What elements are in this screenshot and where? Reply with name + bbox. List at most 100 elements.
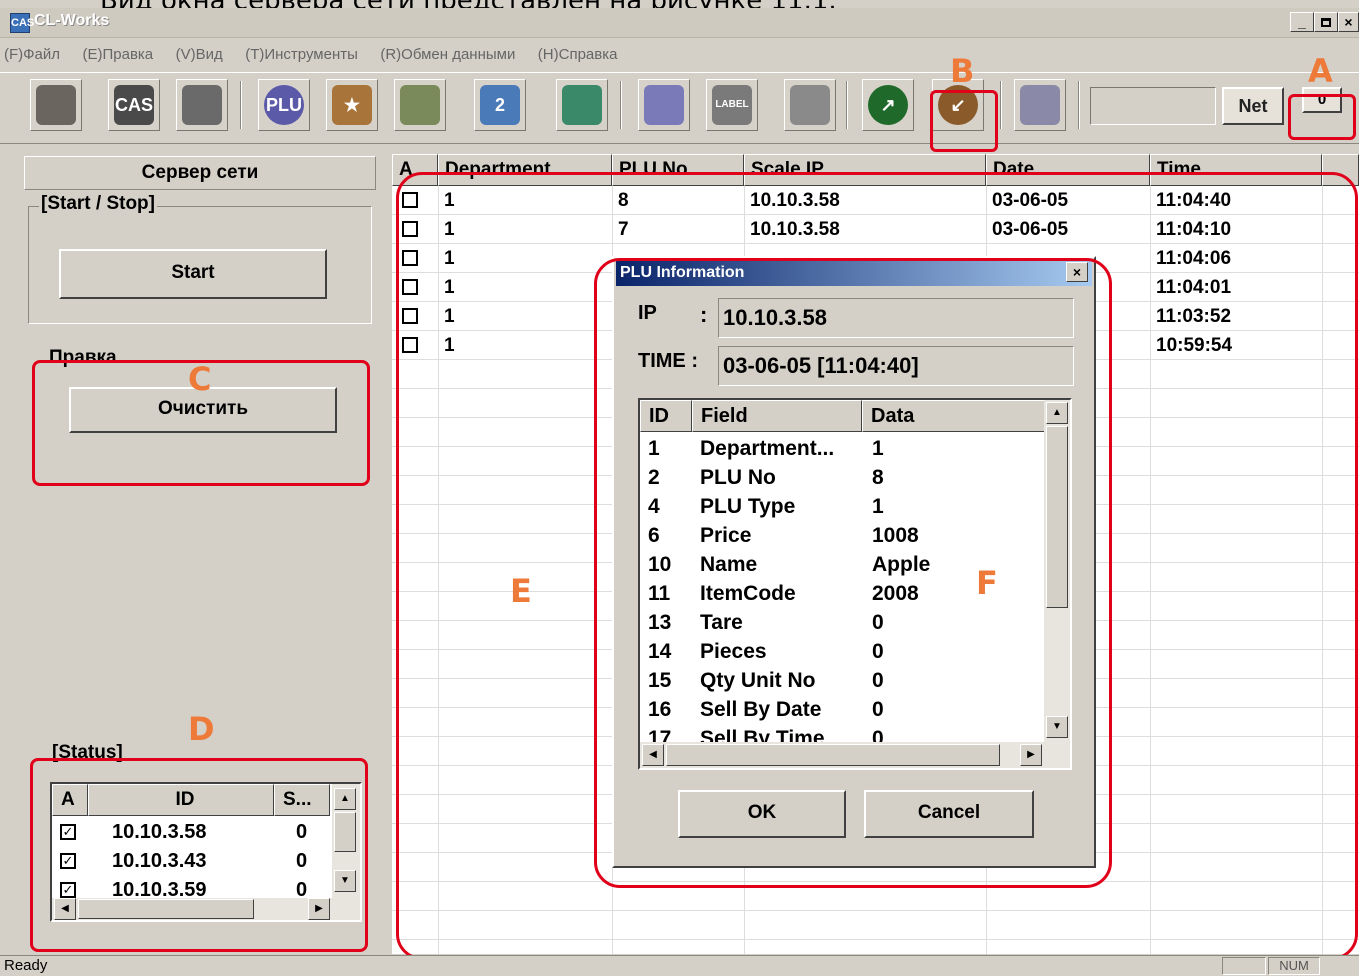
list-vertical-scrollbar[interactable]: ▲ ▼ — [1044, 400, 1070, 742]
scroll-thumb[interactable] — [334, 812, 356, 852]
plu-field-list[interactable]: ID Field Data 1 Department... 1 2 PLU No 8 4 PL… — [638, 398, 1072, 770]
checkbox-checked[interactable]: ✓ — [60, 824, 76, 840]
minimize-button[interactable]: _ — [1290, 12, 1314, 32]
scale-receive-icon: 2 — [480, 85, 520, 125]
list-cell-field: Department... — [700, 437, 835, 460]
checkbox-checked[interactable]: ✓ — [60, 882, 76, 898]
list-col-data[interactable]: Data — [862, 400, 1048, 432]
scale-send-button[interactable] — [394, 79, 446, 131]
arrow-down-left-icon: ↙ — [938, 85, 978, 125]
menu-view[interactable]: (V)Вид — [176, 40, 223, 70]
checkbox-unchecked[interactable] — [402, 308, 418, 324]
users-button[interactable] — [556, 79, 608, 131]
checkbox-checked[interactable]: ✓ — [60, 853, 76, 869]
cell-ip: 10.10.3.58 — [750, 219, 840, 240]
scroll-left-icon[interactable]: ◀ — [642, 744, 664, 766]
status-row[interactable]: ✓ 10.10.3.43 0 — [52, 847, 330, 876]
menu-file[interactable]: (F)Файл — [4, 40, 60, 70]
scroll-up-icon[interactable]: ▲ — [1046, 402, 1068, 424]
list-item[interactable]: 6 Price 1008 — [640, 521, 1044, 550]
status-col-s[interactable]: S... — [274, 784, 330, 816]
label-button[interactable]: LABEL — [706, 79, 758, 131]
list-col-id[interactable]: ID — [640, 400, 692, 432]
scroll-right-icon[interactable]: ▶ — [1020, 744, 1042, 766]
cell-ip: 10.10.3.58 — [750, 190, 840, 211]
start-button[interactable]: Start — [59, 249, 327, 299]
scroll-thumb-horizontal[interactable] — [78, 899, 254, 919]
star-button[interactable]: ★ — [326, 79, 378, 131]
counter-button[interactable]: 0 — [1302, 87, 1342, 113]
checkbox-unchecked[interactable] — [402, 279, 418, 295]
scroll-right-icon[interactable]: ▶ — [308, 898, 330, 920]
plu-button[interactable]: PLU — [258, 79, 310, 131]
list-item[interactable]: 15 Qty Unit No 0 — [640, 666, 1044, 695]
col-time[interactable]: Time — [1150, 154, 1322, 186]
menu-data-exchange[interactable]: (R)Обмен данными — [380, 40, 515, 70]
status-list[interactable]: A ID S... ✓ 10.10.3.58 0 ✓ 10.10.3.43 0 ✓ 10.10… — [50, 782, 362, 922]
list-cell-id: 11 — [648, 582, 671, 605]
restore-button[interactable] — [1314, 12, 1338, 32]
scroll-down-icon[interactable]: ▼ — [334, 870, 356, 892]
status-col-a[interactable]: A — [52, 784, 88, 816]
table-row[interactable]: 1 8 10.10.3.58 03-06-05 11:04:40 — [392, 186, 1359, 215]
toolbar-separator — [620, 81, 622, 129]
list-item[interactable]: 4 PLU Type 1 — [640, 492, 1044, 521]
close-button[interactable]: × — [1338, 12, 1359, 32]
status-vertical-scrollbar[interactable]: ▲ ▼ — [332, 784, 360, 898]
col-scale-ip[interactable]: Scale IP — [744, 154, 986, 186]
list-item[interactable]: 14 Pieces 0 — [640, 637, 1044, 666]
list-cell-field: Sell By Date — [700, 698, 822, 721]
scale-receive-button[interactable]: 2 — [474, 79, 526, 131]
list-item[interactable]: 16 Sell By Date 0 — [640, 695, 1044, 724]
scroll-up-icon[interactable]: ▲ — [334, 788, 356, 810]
col-plu-no[interactable]: PLU No — [612, 154, 744, 186]
list-item[interactable]: 1 Department... 1 — [640, 434, 1044, 463]
list-horizontal-scrollbar[interactable]: ◀ ▶ — [640, 742, 1070, 768]
table-row[interactable] — [392, 911, 1359, 940]
folder-button[interactable] — [30, 79, 82, 131]
list-item[interactable]: 2 PLU No 8 — [640, 463, 1044, 492]
scroll-thumb[interactable] — [1046, 426, 1068, 608]
status-row[interactable]: ✓ 10.10.3.58 0 — [52, 818, 330, 847]
table-row[interactable]: 1 7 10.10.3.58 03-06-05 11:04:10 — [392, 215, 1359, 244]
scroll-thumb-horizontal[interactable] — [666, 744, 1000, 766]
checkbox-unchecked[interactable] — [402, 337, 418, 353]
scroll-down-icon[interactable]: ▼ — [1046, 716, 1068, 738]
scale-send-icon — [400, 85, 440, 125]
list-button[interactable] — [638, 79, 690, 131]
checkbox-unchecked[interactable] — [402, 192, 418, 208]
cell-dept: 1 — [444, 190, 455, 211]
status-col-id[interactable]: ID — [88, 784, 274, 816]
list-cell-field: ItemCode — [700, 582, 796, 605]
col-a[interactable]: A — [392, 154, 438, 186]
start-stop-group: [Start / Stop] Start — [28, 193, 372, 324]
status-id: 10.10.3.58 — [112, 821, 207, 843]
keyboard-button[interactable] — [784, 79, 836, 131]
menu-tools[interactable]: (T)Инструменты — [245, 40, 358, 70]
save-disk-button[interactable]: CAS — [108, 79, 160, 131]
status-horizontal-scrollbar[interactable]: ◀ ▶ — [52, 898, 360, 920]
list-col-field[interactable]: Field — [692, 400, 862, 432]
ok-button[interactable]: OK — [678, 790, 846, 838]
checkbox-unchecked[interactable] — [402, 221, 418, 237]
table-row[interactable] — [392, 882, 1359, 911]
folder-icon — [36, 85, 76, 125]
net-button[interactable]: Net — [1222, 87, 1284, 125]
tools-button[interactable] — [1014, 79, 1066, 131]
printer-button[interactable] — [176, 79, 228, 131]
toolbar-value-field[interactable] — [1090, 87, 1216, 125]
col-department[interactable]: Department... — [438, 154, 612, 186]
list-item[interactable]: 13 Tare 0 — [640, 608, 1044, 637]
dialog-close-button[interactable]: × — [1066, 262, 1088, 282]
title-bar: CAS CL-Works _ × — [0, 8, 1359, 38]
scroll-left-icon[interactable]: ◀ — [54, 898, 76, 920]
checkbox-unchecked[interactable] — [402, 250, 418, 266]
menu-help[interactable]: (H)Справка — [538, 40, 618, 70]
arrow-up-right-button[interactable]: ↗ — [862, 79, 914, 131]
col-date[interactable]: Date — [986, 154, 1150, 186]
list-cell-id: 15 — [648, 669, 672, 692]
cancel-button[interactable]: Cancel — [864, 790, 1034, 838]
menu-edit[interactable]: (E)Правка — [82, 40, 153, 70]
app-logo-icon: CAS — [10, 13, 34, 33]
dialog-title: PLU Information — [616, 260, 1092, 286]
